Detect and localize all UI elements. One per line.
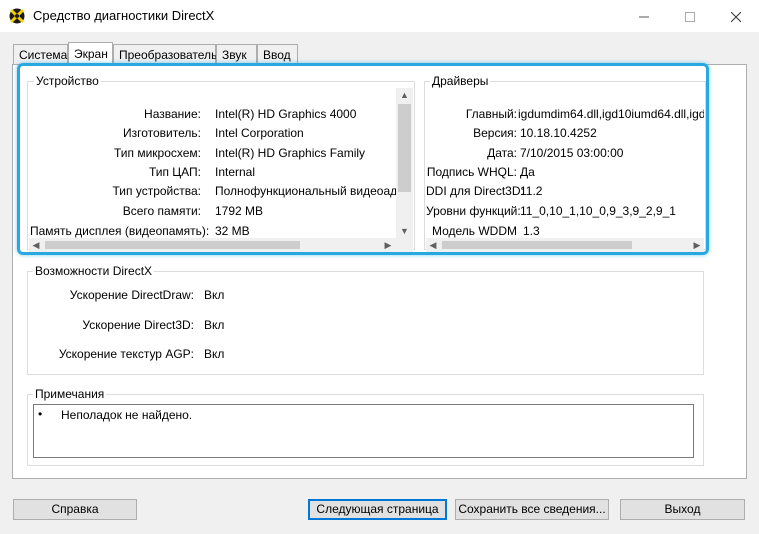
bullet-icon: • — [38, 407, 43, 421]
title-bar: Средство диагностики DirectX — [0, 0, 759, 32]
close-button[interactable] — [713, 0, 759, 32]
tab-input[interactable]: Ввод — [257, 44, 298, 64]
tab-system[interactable]: Система — [13, 44, 68, 64]
notes-textbox[interactable]: • Неполадок не найдено. — [33, 404, 694, 458]
minimize-button[interactable] — [621, 0, 667, 32]
window-title: Средство диагностики DirectX — [33, 8, 215, 23]
next-page-button[interactable]: Следующая страница — [308, 499, 447, 520]
maximize-button[interactable] — [667, 0, 713, 32]
tab-sound[interactable]: Звук — [216, 44, 257, 64]
tab-display[interactable]: Экран — [68, 42, 113, 65]
agp-accel-value: Вкл — [204, 347, 225, 361]
directdraw-accel-value: Вкл — [204, 288, 225, 302]
tab-render[interactable]: Преобразователь — [113, 44, 217, 64]
save-all-button[interactable]: Сохранить все сведения... — [455, 499, 609, 520]
close-icon — [730, 11, 742, 23]
minimize-icon — [639, 16, 649, 18]
agp-accel-label: Ускорение текстур AGP: — [58, 347, 194, 361]
highlight-frame — [17, 63, 709, 255]
exit-button[interactable]: Выход — [620, 499, 745, 520]
help-button[interactable]: Справка — [13, 499, 137, 520]
note-item: Неполадок не найдено. — [61, 408, 193, 422]
direct3d-accel-value: Вкл — [204, 318, 225, 332]
directx-features-title: Возможности DirectX — [33, 264, 155, 278]
notes-title: Примечания — [33, 387, 107, 401]
maximize-icon — [685, 12, 695, 23]
directdraw-accel-label: Ускорение DirectDraw: — [69, 288, 194, 302]
direct3d-accel-label: Ускорение Direct3D: — [82, 318, 194, 332]
directx-icon — [9, 8, 25, 24]
